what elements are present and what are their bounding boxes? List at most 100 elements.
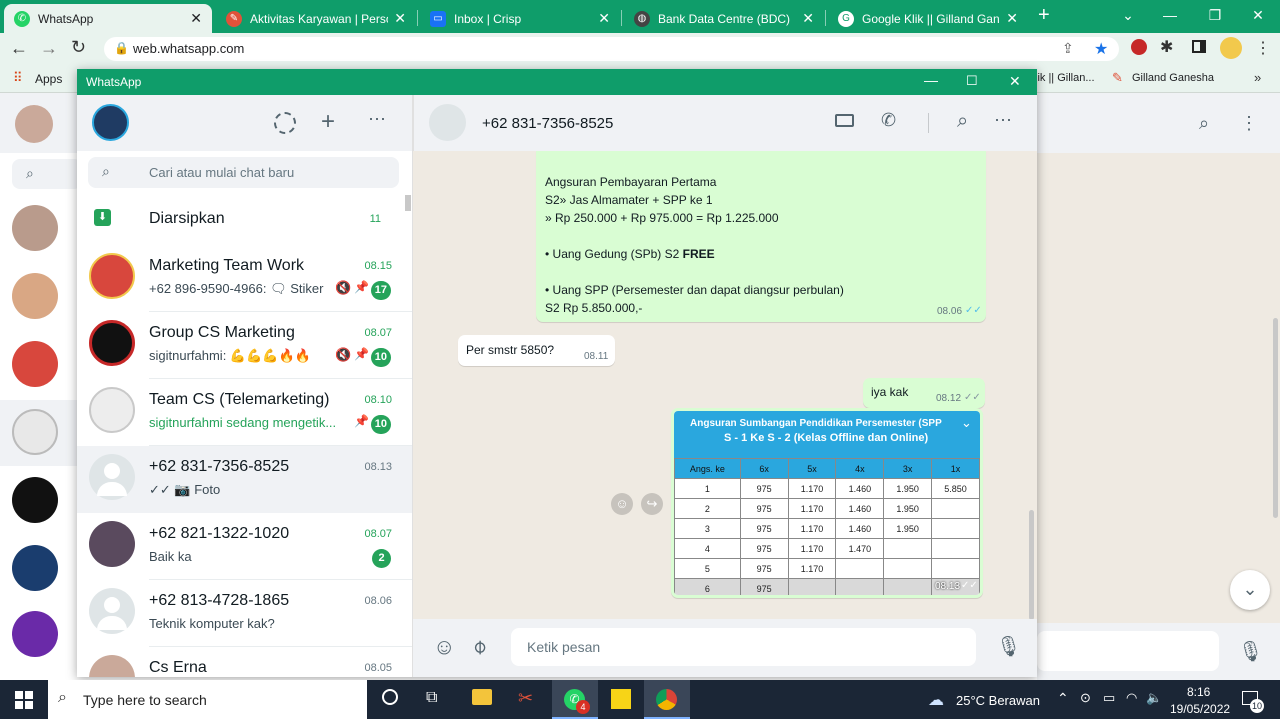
clock-time[interactable]: 8:16: [1187, 685, 1210, 699]
snip-tool-icon[interactable]: ✂: [518, 688, 533, 709]
bookmarks-overflow[interactable]: »: [1254, 70, 1261, 85]
emoji-icon[interactable]: ☺: [433, 634, 455, 660]
kebab-menu-icon[interactable]: ⋮: [1255, 38, 1271, 58]
clock-date[interactable]: 19/05/2022: [1170, 702, 1230, 716]
tab-crisp[interactable]: ▭ Inbox | Crisp ✕: [420, 4, 620, 33]
bg-avatar: [12, 341, 58, 387]
close-window-icon[interactable]: ✕: [1243, 4, 1273, 26]
chat-row-active-contact[interactable]: +62 831-7356-8525 08.13 ✓✓ 📷 Foto: [77, 446, 412, 513]
tray-chevron-up-icon[interactable]: ⌃: [1057, 690, 1069, 707]
chat-row-contact-8134728[interactable]: +62 813-4728-1865 08.06 Teknik komputer …: [77, 580, 412, 647]
avatar-body: [97, 616, 127, 630]
close-icon[interactable]: ✕: [394, 10, 406, 27]
forward-icon[interactable]: ↪: [641, 493, 663, 515]
react-emoji-icon[interactable]: ☺: [611, 493, 633, 515]
message-bubble-outgoing[interactable]: iya kak 08.12 ✓✓: [863, 378, 985, 408]
bookmark-star-icon[interactable]: ★: [1094, 39, 1108, 59]
back-icon[interactable]: ←: [10, 38, 28, 59]
message-bubble-incoming[interactable]: Per smstr 5850? 08.11: [458, 335, 615, 366]
reload-icon[interactable]: ↻: [71, 37, 86, 58]
tab-search-chevron-icon[interactable]: ⌄: [1113, 4, 1143, 26]
menu-dots-icon[interactable]: ⋯: [994, 110, 1012, 131]
profile-avatar[interactable]: [1220, 37, 1242, 59]
chat-row-contact-8211322[interactable]: +62 821-1322-1020 08.07 Baik ka 2: [77, 513, 412, 580]
close-icon[interactable]: ✕: [1006, 10, 1018, 27]
battery-icon[interactable]: ▭: [1103, 690, 1115, 706]
search-input[interactable]: ⌕ Cari atau mulai chat baru: [88, 157, 399, 188]
tab-aktivitas[interactable]: ✎ Aktivitas Karyawan | Personal ✕: [216, 4, 416, 33]
message-bubble-image[interactable]: Angsuran Sumbangan Pendidikan Persemeste…: [671, 408, 983, 598]
tray-app-icon[interactable]: ⊙: [1080, 690, 1091, 706]
taskbar-whatsapp[interactable]: ✆ 4: [552, 680, 598, 719]
chat-name: Cs Erna: [149, 659, 207, 676]
message-input[interactable]: Ketik pesan: [511, 628, 976, 666]
attach-paperclip-icon[interactable]: ⌀: [466, 633, 492, 659]
minimize-icon[interactable]: —: [924, 72, 938, 88]
chevron-down-icon[interactable]: ⌄: [961, 415, 972, 431]
table-cell: 1: [674, 478, 741, 499]
sidebar-scrollbar[interactable]: [405, 195, 411, 211]
chat-row-cs-erna[interactable]: Cs Erna 08.05: [77, 647, 412, 677]
bookmark-gilland-ganesha[interactable]: Gilland Ganesha: [1132, 72, 1214, 84]
unread-badge: 10: [370, 415, 391, 434]
forward-icon[interactable]: →: [40, 38, 58, 59]
new-chat-plus-icon[interactable]: +: [321, 108, 335, 136]
chat-row-team-cs-telemarketing[interactable]: Team CS (Telemarketing) 08.10 sigitnurfa…: [77, 379, 412, 446]
contact-avatar[interactable]: [429, 104, 466, 141]
sidepanel-icon[interactable]: [1192, 40, 1206, 53]
voice-call-icon[interactable]: ✆: [881, 110, 896, 131]
volume-icon[interactable]: 🔈: [1146, 690, 1162, 706]
extension-icon[interactable]: [1131, 39, 1147, 55]
spp-table-image[interactable]: Angsuran Sumbangan Pendidikan Persemeste…: [674, 411, 980, 595]
tab-whatsapp[interactable]: ✆ WhatsApp ✕: [4, 4, 212, 33]
bg-menu-icon[interactable]: ⋮: [1240, 113, 1258, 134]
chat-row-marketing-team-work[interactable]: Marketing Team Work 08.15 +62 896-9590-4…: [77, 245, 412, 312]
bg-mic-icon[interactable]: 🎙: [1238, 639, 1263, 664]
chat-time: 08.10: [364, 394, 392, 406]
address-bar[interactable]: 🔒 web.whatsapp.com ⇪ ★: [104, 37, 1119, 61]
message-bubble-outgoing[interactable]: Angsuran Pembayaran Pertama S2» Jas Alma…: [536, 151, 986, 322]
chat-row-group-cs-marketing[interactable]: Group CS Marketing 08.07 sigitnurfahmi: …: [77, 312, 412, 379]
bookmark-google-klik[interactable]: lik || Gillan...: [1035, 72, 1095, 84]
table-row: 1 975 1.170 1.460 1.950 5.850: [674, 478, 980, 499]
search-icon[interactable]: ⌕: [957, 110, 968, 133]
file-explorer-icon[interactable]: [472, 689, 492, 705]
bg-search-icon[interactable]: ⌕: [1199, 113, 1209, 134]
minimize-icon[interactable]: —: [1155, 4, 1185, 26]
unread-badge: 2: [372, 549, 391, 568]
sticky-notes-icon[interactable]: [611, 689, 631, 709]
windows-start-icon[interactable]: [15, 691, 33, 709]
bookmark-apps[interactable]: Apps: [35, 72, 62, 86]
taskbar-search-box[interactable]: ⌕ Type here to search: [48, 680, 367, 719]
close-icon[interactable]: ✕: [190, 10, 202, 27]
new-tab-button[interactable]: +: [1038, 4, 1050, 27]
weather-text[interactable]: 25°C Berawan: [956, 693, 1040, 708]
close-icon[interactable]: ✕: [802, 10, 814, 27]
video-call-icon[interactable]: [835, 114, 854, 127]
restore-icon[interactable]: ❐: [1200, 4, 1230, 26]
task-view-icon[interactable]: ⧉: [426, 689, 437, 707]
microphone-icon[interactable]: 🎙: [996, 634, 1021, 659]
compose-bar: ☺ ⌀ Ketik pesan 🎙: [413, 619, 1037, 677]
share-icon[interactable]: ⇪: [1062, 40, 1074, 57]
profile-avatar[interactable]: [92, 104, 129, 141]
close-window-icon[interactable]: ✕: [1009, 73, 1021, 90]
contact-avatar: [89, 521, 135, 567]
wifi-icon[interactable]: ◠: [1126, 690, 1137, 706]
menu-dots-icon[interactable]: ⋯: [368, 109, 386, 130]
table-cell: 1.170: [787, 498, 837, 519]
archived-row[interactable]: ⬇ Diarsipkan 11: [77, 199, 405, 239]
taskbar-chrome[interactable]: [644, 680, 690, 719]
table-cell: 975: [739, 478, 789, 499]
close-icon[interactable]: ✕: [598, 10, 610, 27]
chat-scrollbar[interactable]: [1029, 510, 1034, 620]
scroll-down-chevron-icon[interactable]: ⌄: [1230, 570, 1270, 610]
tab-bdc[interactable]: ◍ Bank Data Centre (BDC) ✕: [624, 4, 824, 33]
conversation-header[interactable]: +62 831-7356-8525 ✆ ⌕ ⋯: [413, 95, 1037, 151]
cortana-icon[interactable]: [382, 689, 398, 705]
maximize-icon[interactable]: ☐: [966, 73, 978, 89]
tab-google-klik[interactable]: G Google Klik || Gilland Ganesh ✕: [828, 4, 1028, 33]
puzzle-icon[interactable]: ✱: [1160, 37, 1173, 57]
status-icon[interactable]: [274, 112, 296, 134]
bg-scrollbar[interactable]: [1273, 318, 1278, 518]
